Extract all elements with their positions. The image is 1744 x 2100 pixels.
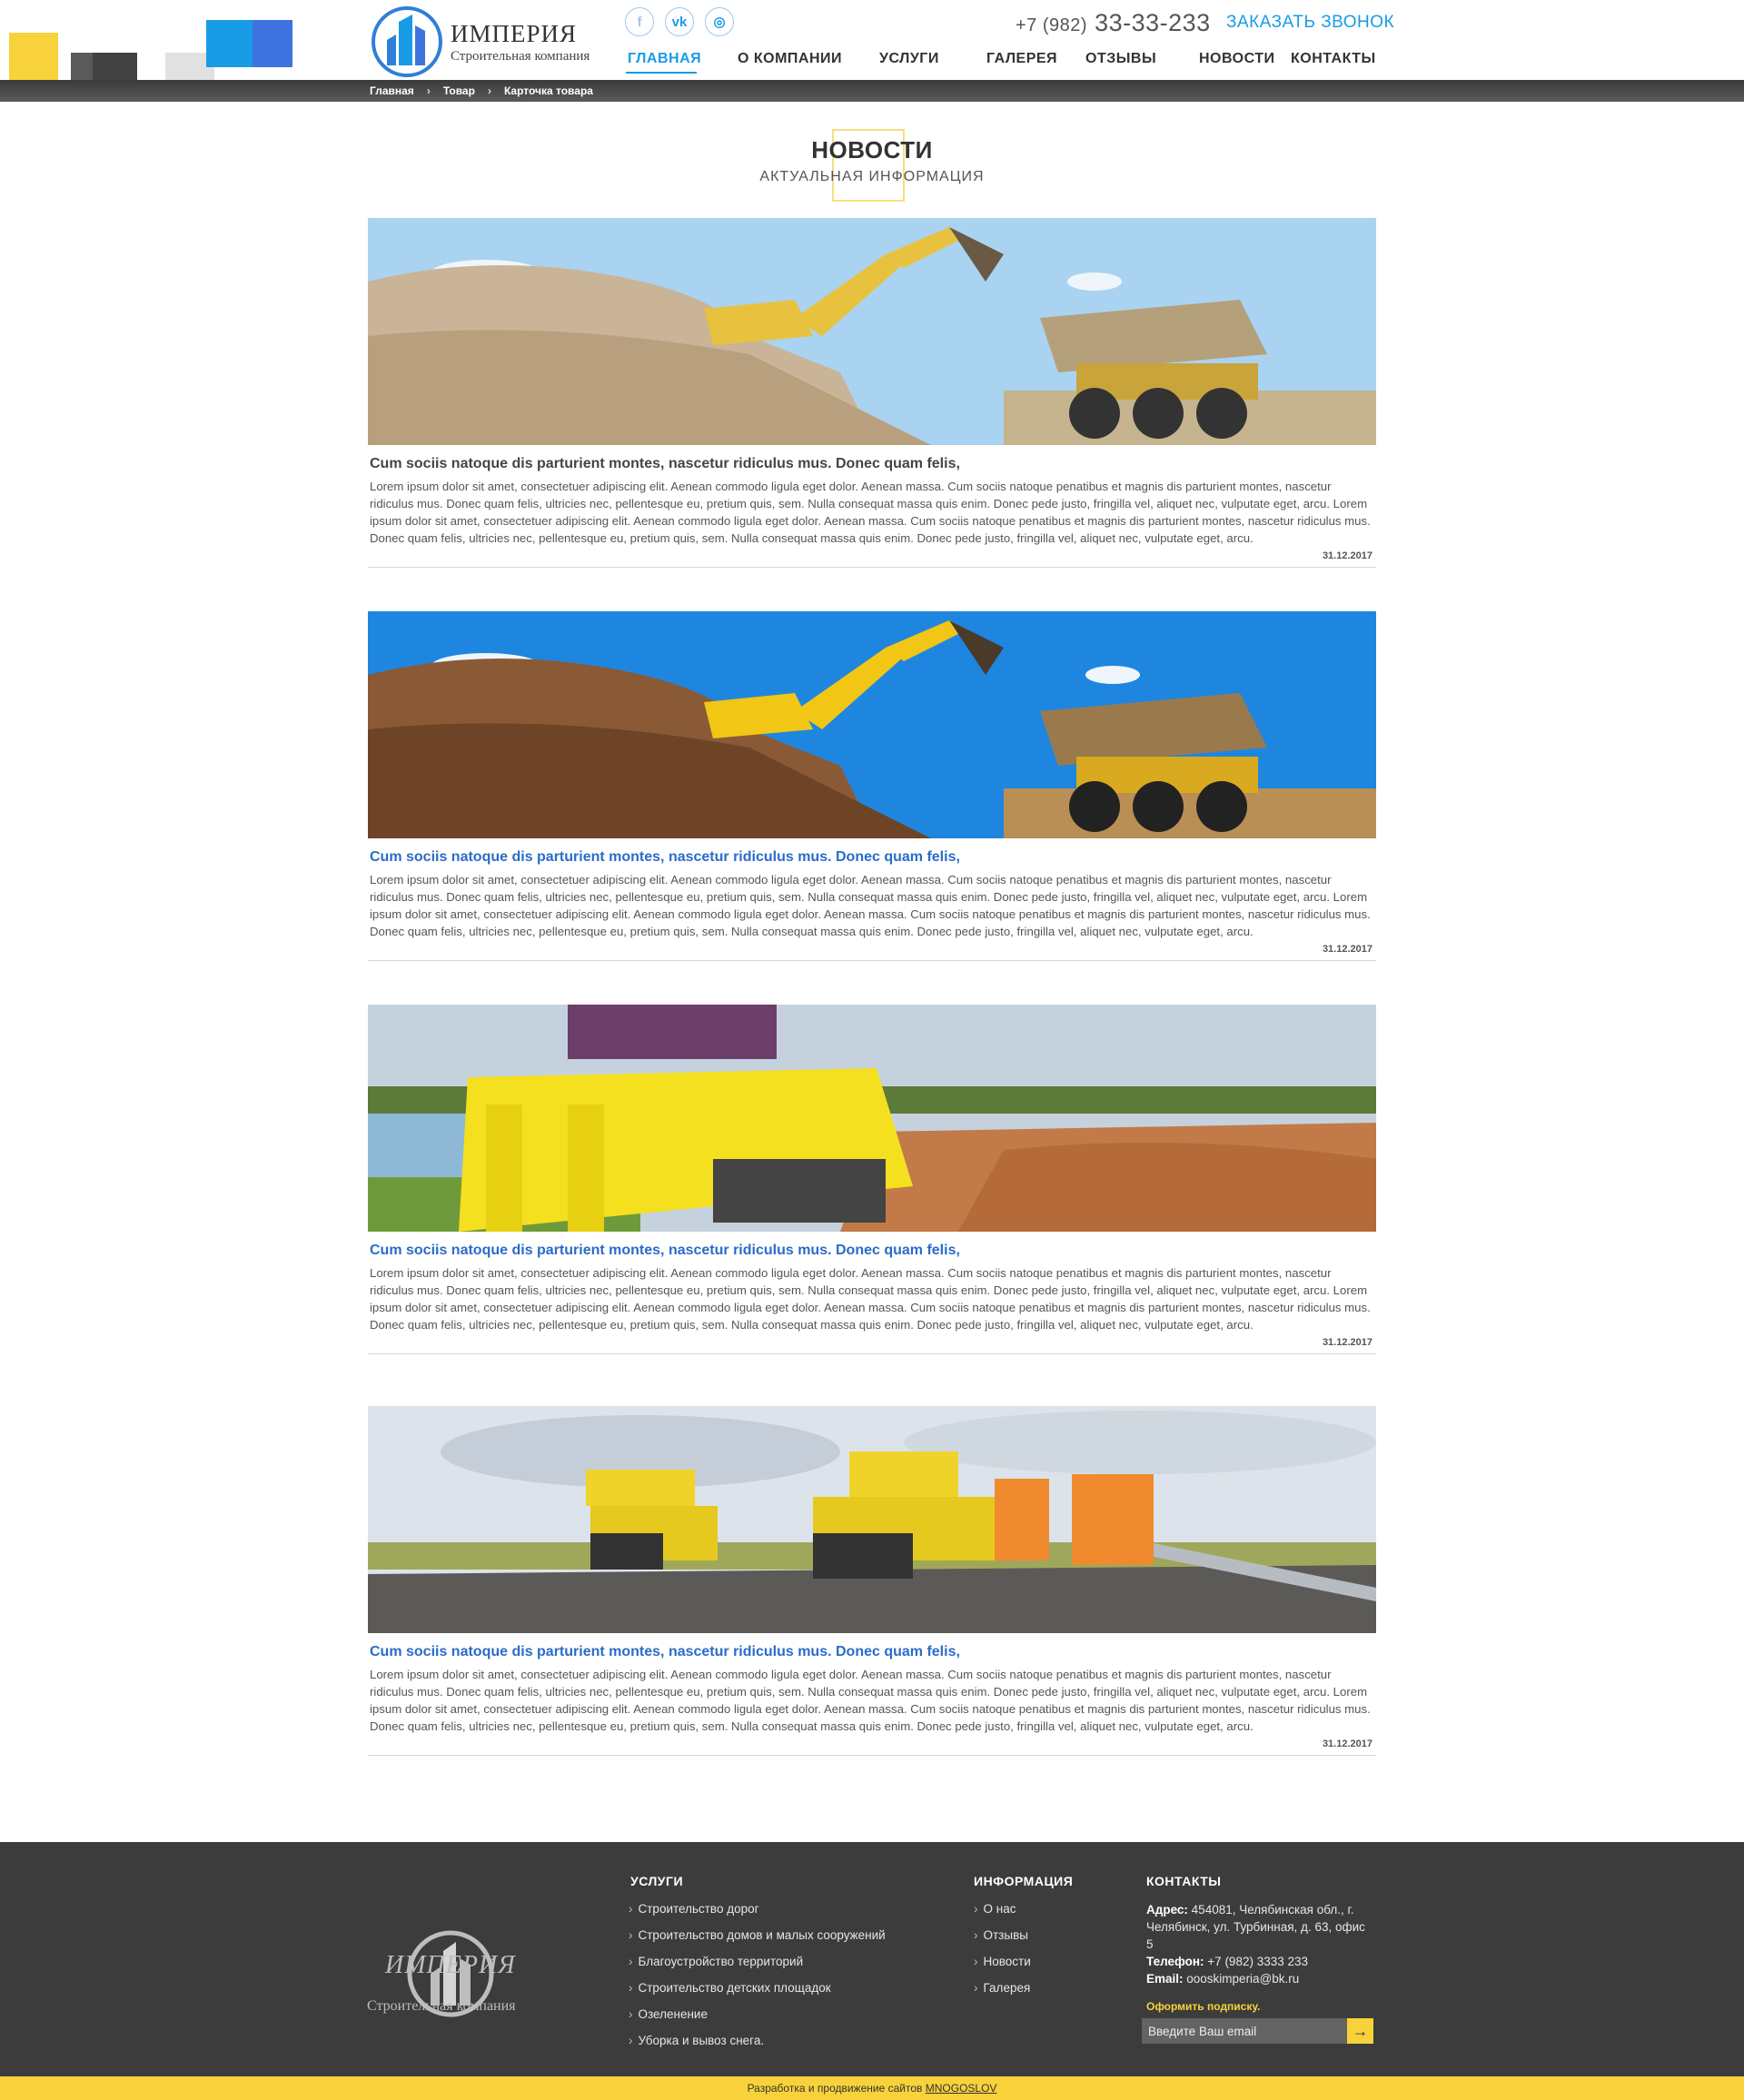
phone-label: Телефон: — [1146, 1955, 1204, 1968]
address-label: Адрес: — [1146, 1903, 1188, 1917]
chevron-right-icon: › — [974, 1981, 978, 1995]
nav-home[interactable]: ГЛАВНАЯ — [628, 51, 701, 67]
phone-prefix: +7 (982) — [1016, 15, 1088, 35]
subscribe-form: → — [1142, 2018, 1373, 2044]
news-date: 31.12.2017 — [1322, 944, 1372, 955]
footer-info-list: › О нас › Отзывы › Новости › Галерея — [974, 1902, 1031, 2007]
footer-contacts: Адрес: 454081, Челябинская обл., г. Челя… — [1146, 1901, 1373, 1987]
subscribe-label: Оформить подписку. — [1146, 2000, 1261, 2013]
site-header: ИМПЕРИЯ Строительная компания f vk ◎ +7 … — [0, 0, 1744, 82]
facebook-icon[interactable]: f — [625, 7, 654, 36]
news-image-road-rollers[interactable] — [368, 1406, 1376, 1633]
footer-email-value[interactable]: oooskimperia@bk.ru — [1186, 1972, 1299, 1986]
breadcrumb-chevron-icon: › — [487, 84, 491, 97]
news-date: 31.12.2017 — [1322, 1738, 1372, 1749]
footer-info-item[interactable]: › О нас — [974, 1902, 1031, 1928]
footer-service-item[interactable]: › Уборка и вывоз снега. — [629, 2034, 886, 2060]
chevron-right-icon: › — [629, 1902, 633, 1916]
nav-about[interactable]: О КОМПАНИИ — [738, 51, 842, 67]
breadcrumb: Главная › Товар › Карточка товара — [370, 84, 593, 97]
footer-services-title: УСЛУГИ — [630, 1874, 684, 1888]
developer-link[interactable]: MNOGOSLOV — [926, 2082, 997, 2095]
subscribe-email-input[interactable] — [1142, 2018, 1347, 2044]
news-date: 31.12.2017 — [1322, 1337, 1372, 1348]
news-divider — [368, 960, 1376, 961]
chevron-right-icon: › — [974, 1928, 978, 1942]
news-title[interactable]: Cum sociis natoque dis parturient montes… — [370, 849, 1374, 866]
news-text: Lorem ipsum dolor sit amet, consectetuer… — [370, 480, 1371, 545]
news-text: Lorem ipsum dolor sit amet, consectetuer… — [370, 1266, 1371, 1332]
footer-phone-value[interactable]: +7 (982) 3333 233 — [1207, 1955, 1308, 1968]
developer-text: Разработка и продвижение сайтов — [747, 2082, 923, 2095]
footer-info-item[interactable]: › Новости — [974, 1955, 1031, 1981]
nav-reviews[interactable]: ОТЗЫВЫ — [1085, 51, 1156, 67]
footer-logo-subtitle: Строительная компания — [367, 1998, 516, 2014]
subscribe-submit-arrow-icon[interactable]: → — [1347, 2018, 1373, 2044]
instagram-icon[interactable]: ◎ — [705, 7, 734, 36]
main-nav: ГЛАВНАЯ О КОМПАНИИ УСЛУГИ ГАЛЕРЕЯ ОТЗЫВЫ… — [0, 51, 1744, 69]
breadcrumb-chevron-icon: › — [426, 84, 431, 97]
chevron-right-icon: › — [629, 1928, 633, 1942]
page-title: НОВОСТИ — [811, 136, 933, 163]
email-label: Email: — [1146, 1972, 1184, 1986]
news-item: Cum sociis natoque dis parturient montes… — [368, 1005, 1376, 1354]
nav-services[interactable]: УСЛУГИ — [879, 51, 939, 67]
footer-service-item[interactable]: › Строительство домов и малых сооружений — [629, 1928, 886, 1955]
breadcrumb-bar — [0, 80, 1744, 102]
nav-active-underline — [626, 72, 697, 74]
news-title[interactable]: Cum sociis natoque dis parturient montes… — [370, 456, 1374, 472]
nav-contacts[interactable]: КОНТАКТЫ — [1291, 51, 1376, 67]
news-divider — [368, 1353, 1376, 1354]
news-item: Cum sociis natoque dis parturient montes… — [368, 611, 1376, 961]
news-text: Lorem ipsum dolor sit amet, consectetuer… — [370, 1668, 1371, 1733]
vk-icon[interactable]: vk — [665, 7, 694, 36]
chevron-right-icon: › — [629, 2034, 633, 2047]
footer-service-item[interactable]: › Озеленение — [629, 2007, 886, 2034]
chevron-right-icon: › — [974, 1955, 978, 1968]
news-image-excavator-dumptruck[interactable] — [368, 611, 1376, 838]
news-item: Cum sociis natoque dis parturient montes… — [368, 1406, 1376, 1756]
chevron-right-icon: › — [974, 1902, 978, 1916]
footer-info-item[interactable]: › Отзывы — [974, 1928, 1031, 1955]
footer-contacts-title: КОНТАКТЫ — [1146, 1874, 1222, 1888]
footer-service-item[interactable]: › Строительство детских площадок — [629, 1981, 886, 2007]
nav-news[interactable]: НОВОСТИ — [1199, 51, 1275, 67]
chevron-right-icon: › — [629, 1955, 633, 1968]
phone-number: 33-33-233 — [1095, 9, 1211, 36]
breadcrumb-product[interactable]: Товар — [443, 84, 475, 97]
logo-title: ИМПЕРИЯ — [451, 20, 578, 47]
nav-gallery[interactable]: ГАЛЕРЕЯ — [986, 51, 1057, 67]
chevron-right-icon: › — [629, 2007, 633, 2021]
footer-info-title: ИНФОРМАЦИЯ — [974, 1874, 1074, 1888]
footer-logo-title: ИМПЕРИЯ — [385, 1951, 516, 1979]
footer-info-item[interactable]: › Галерея — [974, 1981, 1031, 2007]
news-image-excavator[interactable] — [368, 218, 1376, 445]
developer-bar: Разработка и продвижение сайтов MNOGOSLO… — [0, 2076, 1744, 2100]
news-title[interactable]: Cum sociis natoque dis parturient montes… — [370, 1243, 1374, 1259]
news-title[interactable]: Cum sociis natoque dis parturient montes… — [370, 1644, 1374, 1660]
news-item: Cum sociis natoque dis parturient montes… — [368, 218, 1376, 568]
breadcrumb-current: Карточка товара — [503, 84, 593, 97]
footer-services-list: › Строительство дорог › Строительство домо… — [629, 1902, 886, 2060]
footer-service-item[interactable]: › Благоустройство территорий — [629, 1955, 886, 1981]
breadcrumb-home[interactable]: Главная — [370, 84, 414, 97]
page-subtitle: АКТУАЛЬНАЯ ИНФОРМАЦИЯ — [759, 169, 985, 184]
header-phone[interactable]: +7 (982) 33-33-233 — [1016, 9, 1211, 37]
news-divider — [368, 567, 1376, 568]
news-date: 31.12.2017 — [1322, 550, 1372, 561]
chevron-right-icon: › — [629, 1981, 633, 1995]
news-divider — [368, 1755, 1376, 1756]
news-text: Lorem ipsum dolor sit amet, consectetuer… — [370, 873, 1371, 938]
footer-service-item[interactable]: › Строительство дорог — [629, 1902, 886, 1928]
news-image-bulldozer[interactable] — [368, 1005, 1376, 1232]
social-links: f vk ◎ — [625, 7, 734, 36]
callback-link[interactable]: ЗАКАЗАТЬ ЗВОНОК — [1226, 13, 1394, 33]
